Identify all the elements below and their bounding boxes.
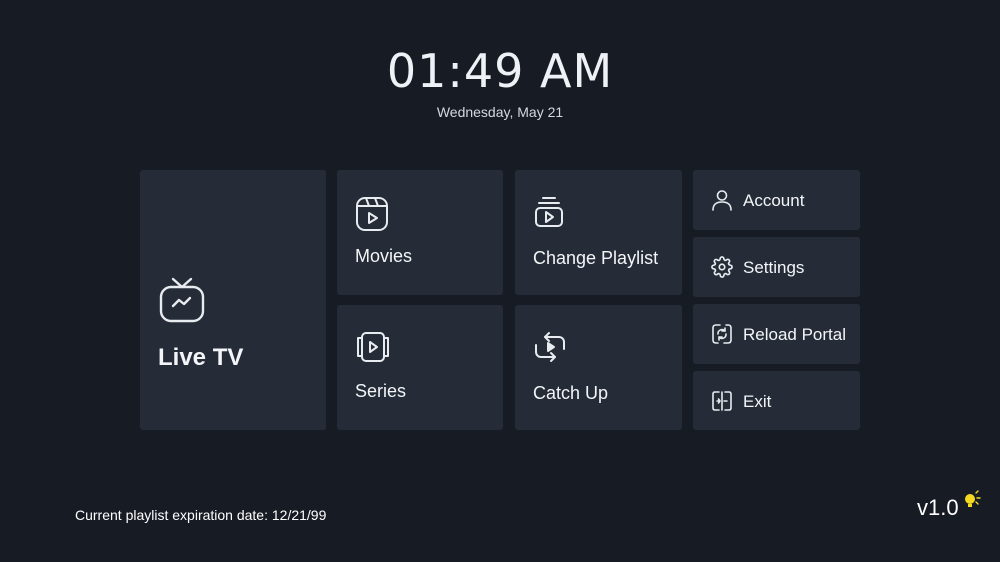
- reload-portal-label: Reload Portal: [743, 325, 847, 344]
- reload-portal-button[interactable]: Reload Portal: [693, 304, 860, 364]
- catch-up-tile[interactable]: Catch Up: [515, 305, 682, 430]
- change-playlist-tile[interactable]: Change Playlist: [515, 170, 682, 295]
- clock-time: 01:49 AM: [386, 44, 614, 98]
- series-tile[interactable]: Series: [337, 305, 503, 430]
- account-label: Account: [743, 191, 805, 210]
- version-label: v1.0: [917, 495, 959, 520]
- live-tv-label: Live TV: [158, 344, 244, 371]
- live-tv-tile[interactable]: Live TV: [140, 170, 326, 430]
- user-icon: [711, 189, 733, 211]
- movies-label: Movies: [355, 246, 413, 266]
- series-label: Series: [355, 381, 407, 401]
- film-play-icon: [355, 196, 389, 232]
- playlist-expiration-text: Current playlist expiration date: 12/21/…: [75, 507, 327, 523]
- exit-icon: [711, 390, 733, 412]
- exit-button[interactable]: Exit: [693, 371, 860, 430]
- settings-label: Settings: [743, 258, 805, 277]
- account-button[interactable]: Account: [693, 170, 860, 230]
- series-play-icon: [355, 331, 391, 363]
- lightbulb-icon: [960, 490, 982, 512]
- playlist-icon: [533, 196, 565, 228]
- clock-date: Wednesday, May 21: [436, 104, 564, 120]
- catch-up-label: Catch Up: [533, 383, 609, 403]
- movies-tile[interactable]: Movies: [337, 170, 503, 295]
- change-playlist-label: Change Playlist: [533, 248, 659, 268]
- exit-label: Exit: [743, 392, 772, 411]
- reload-icon: [711, 323, 733, 345]
- gear-icon: [711, 256, 733, 278]
- tv-icon: [158, 276, 206, 324]
- settings-button[interactable]: Settings: [693, 237, 860, 297]
- catch-up-icon: [533, 331, 567, 363]
